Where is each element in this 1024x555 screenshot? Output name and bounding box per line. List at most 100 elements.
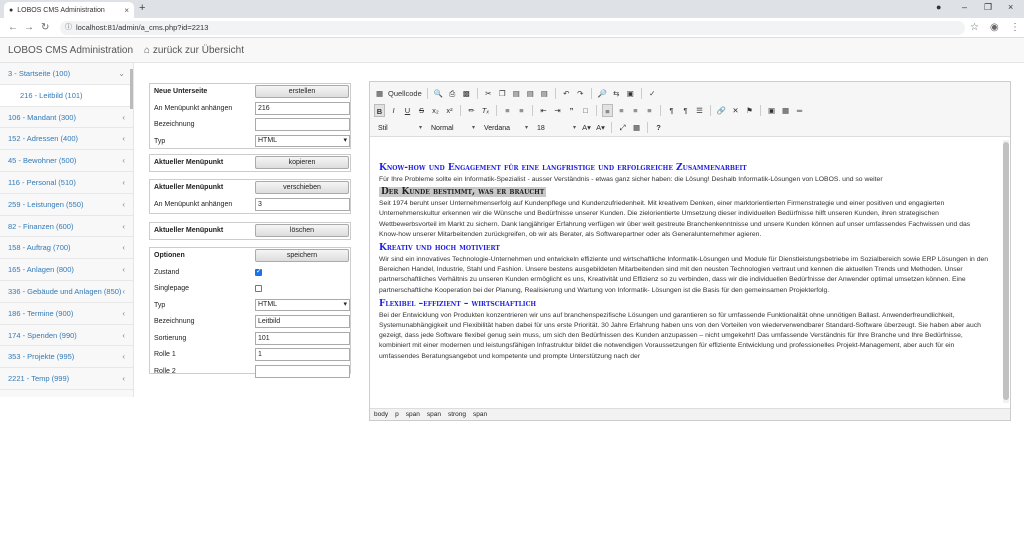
- editor-content[interactable]: Know-how und Engagement für eine langfri…: [370, 137, 1000, 407]
- type-select[interactable]: HTML: [255, 134, 350, 147]
- bookmark-star-icon[interactable]: ☆: [970, 22, 979, 33]
- show-blocks-icon[interactable]: ▦: [631, 121, 642, 134]
- back-to-overview-link[interactable]: ⌂ zurück zur Übersicht: [144, 45, 244, 56]
- horizontal-line-icon[interactable]: ═: [794, 104, 805, 117]
- outdent-icon[interactable]: ⇤: [538, 104, 549, 117]
- align-center-icon[interactable]: ≡: [616, 104, 627, 117]
- browser-tab[interactable]: ● LOBOS CMS Administration ×: [4, 2, 134, 18]
- sidebar-item-leistungen[interactable]: 259 - Leistungen (550) ‹: [0, 194, 133, 216]
- size-select[interactable]: 18: [533, 122, 578, 134]
- table-icon[interactable]: ▦: [780, 104, 791, 117]
- copy-format-icon[interactable]: ✏: [466, 104, 477, 117]
- path-element[interactable]: span: [473, 409, 487, 420]
- new-tab-button[interactable]: +: [139, 2, 145, 14]
- print-icon[interactable]: ⎙: [447, 87, 458, 100]
- name-input[interactable]: [255, 118, 350, 131]
- image-icon[interactable]: ▣: [766, 104, 777, 117]
- sidebar-item-personal[interactable]: 116 - Personal (510) ‹: [0, 172, 133, 194]
- sort-input[interactable]: 101: [255, 331, 350, 345]
- paste-icon[interactable]: ▤: [511, 87, 522, 100]
- templates-icon[interactable]: ▩: [461, 87, 472, 100]
- bold-icon[interactable]: B: [374, 103, 385, 117]
- profile-icon[interactable]: ◉: [990, 22, 999, 33]
- move-button[interactable]: verschieben: [255, 181, 349, 194]
- path-element[interactable]: span: [406, 409, 420, 420]
- sidebar-item-gebaeude[interactable]: 336 - Gebäude und Anlagen (850) ‹: [0, 281, 133, 303]
- source-icon[interactable]: ▦: [374, 87, 385, 100]
- align-justify-icon[interactable]: ≡: [644, 104, 655, 117]
- sidebar-item-projekte[interactable]: 353 - Projekte (995) ‹: [0, 346, 133, 369]
- create-button[interactable]: erstellen: [255, 85, 349, 98]
- font-select[interactable]: Verdana: [480, 122, 530, 134]
- sidebar-item-temp[interactable]: 2221 - Temp (999) ‹: [0, 368, 133, 390]
- path-element[interactable]: body: [374, 409, 388, 420]
- sidebar-item-bewohner[interactable]: 45 - Bewohner (500) ‹: [0, 150, 133, 172]
- help-icon[interactable]: ?: [653, 121, 664, 134]
- move-attach-input[interactable]: 3: [255, 197, 350, 211]
- cut-icon[interactable]: ✂: [483, 87, 494, 100]
- sidebar-item-finanzen[interactable]: 82 - Finanzen (600) ‹: [0, 216, 133, 238]
- restore-button[interactable]: ❐: [984, 2, 992, 13]
- scrollbar-thumb[interactable]: [1003, 142, 1009, 400]
- anchor-icon[interactable]: ⚑: [744, 104, 755, 117]
- sidebar-item-termine[interactable]: 186 - Termine (900) ‹: [0, 303, 133, 325]
- forward-arrow-icon[interactable]: →: [24, 22, 34, 33]
- maximize-icon[interactable]: ⤢: [617, 121, 628, 134]
- copy-icon[interactable]: ❐: [497, 87, 508, 100]
- align-right-icon[interactable]: ≡: [630, 104, 641, 117]
- style-select[interactable]: Stil: [374, 122, 424, 134]
- path-element[interactable]: strong: [448, 409, 466, 420]
- path-element[interactable]: p: [395, 409, 399, 420]
- spellcheck-icon[interactable]: ✓: [647, 87, 658, 100]
- bulleted-list-icon[interactable]: ≡: [516, 104, 527, 117]
- copy-button[interactable]: kopieren: [255, 156, 349, 169]
- sidebar-item-spenden[interactable]: 174 - Spenden (990) ‹: [0, 325, 133, 347]
- editor-scrollbar[interactable]: [1003, 140, 1009, 403]
- source-button[interactable]: Quellcode: [388, 87, 422, 100]
- sidebar-item-mandant[interactable]: 106 - Mandant (300) ‹: [0, 107, 133, 129]
- preview-icon[interactable]: 🔍: [433, 87, 444, 100]
- record-icon[interactable]: ●: [936, 2, 941, 12]
- replace-icon[interactable]: ⇆: [611, 87, 622, 100]
- sidebar-item-auftrag[interactable]: 158 - Auftrag (700) ‹: [0, 237, 133, 260]
- select-all-icon[interactable]: ▣: [625, 87, 636, 100]
- undo-icon[interactable]: ↶: [561, 87, 572, 100]
- close-window-button[interactable]: ×: [1008, 2, 1013, 12]
- close-tab-icon[interactable]: ×: [124, 6, 129, 15]
- subscript-icon[interactable]: x₂: [430, 104, 441, 117]
- format-select[interactable]: Normal: [427, 122, 477, 134]
- unlink-icon[interactable]: ✕: [730, 104, 741, 117]
- language-icon[interactable]: ☰: [694, 104, 705, 117]
- role1-input[interactable]: 1: [255, 348, 350, 361]
- numbered-list-icon[interactable]: ≡: [502, 104, 513, 117]
- rtl-icon[interactable]: ¶: [680, 104, 691, 117]
- strikethrough-icon[interactable]: S: [416, 104, 427, 117]
- app-brand[interactable]: LOBOS CMS Administration: [8, 45, 133, 56]
- reload-icon[interactable]: ↻: [41, 22, 49, 33]
- sidebar-item-adressen[interactable]: 152 - Adressen (400) ‹: [0, 128, 133, 151]
- singlepage-checkbox[interactable]: [255, 285, 262, 292]
- sidebar-item-leitbild[interactable]: 216 - Leitbild (101): [0, 84, 133, 107]
- superscript-icon[interactable]: x²: [444, 104, 455, 117]
- save-button[interactable]: speichern: [255, 249, 349, 262]
- underline-icon[interactable]: U: [402, 104, 413, 117]
- link-icon[interactable]: 🔗: [716, 104, 727, 117]
- div-container-icon[interactable]: □: [580, 104, 591, 117]
- blockquote-icon[interactable]: ”: [566, 104, 577, 117]
- redo-icon[interactable]: ↷: [575, 87, 586, 100]
- delete-button[interactable]: löschen: [255, 224, 349, 237]
- menu-dots-icon[interactable]: ⋮: [1010, 22, 1020, 33]
- sidebar-item-startseite[interactable]: 3 - Startseite (100) ⌄: [0, 63, 133, 85]
- indent-icon[interactable]: ⇥: [552, 104, 563, 117]
- options-type-select[interactable]: HTML: [255, 298, 350, 311]
- text-color-icon[interactable]: A▾: [581, 121, 592, 134]
- ltr-icon[interactable]: ¶: [666, 104, 677, 117]
- state-checkbox[interactable]: [255, 267, 262, 276]
- options-name-input[interactable]: Leitbild: [255, 315, 350, 328]
- remove-format-icon[interactable]: Tₓ: [480, 104, 491, 117]
- sidebar-scrollbar[interactable]: [130, 69, 133, 109]
- italic-icon[interactable]: I: [388, 104, 399, 117]
- minimize-button[interactable]: –: [962, 2, 967, 12]
- path-element[interactable]: span: [427, 409, 441, 420]
- bg-color-icon[interactable]: A▾: [595, 121, 606, 134]
